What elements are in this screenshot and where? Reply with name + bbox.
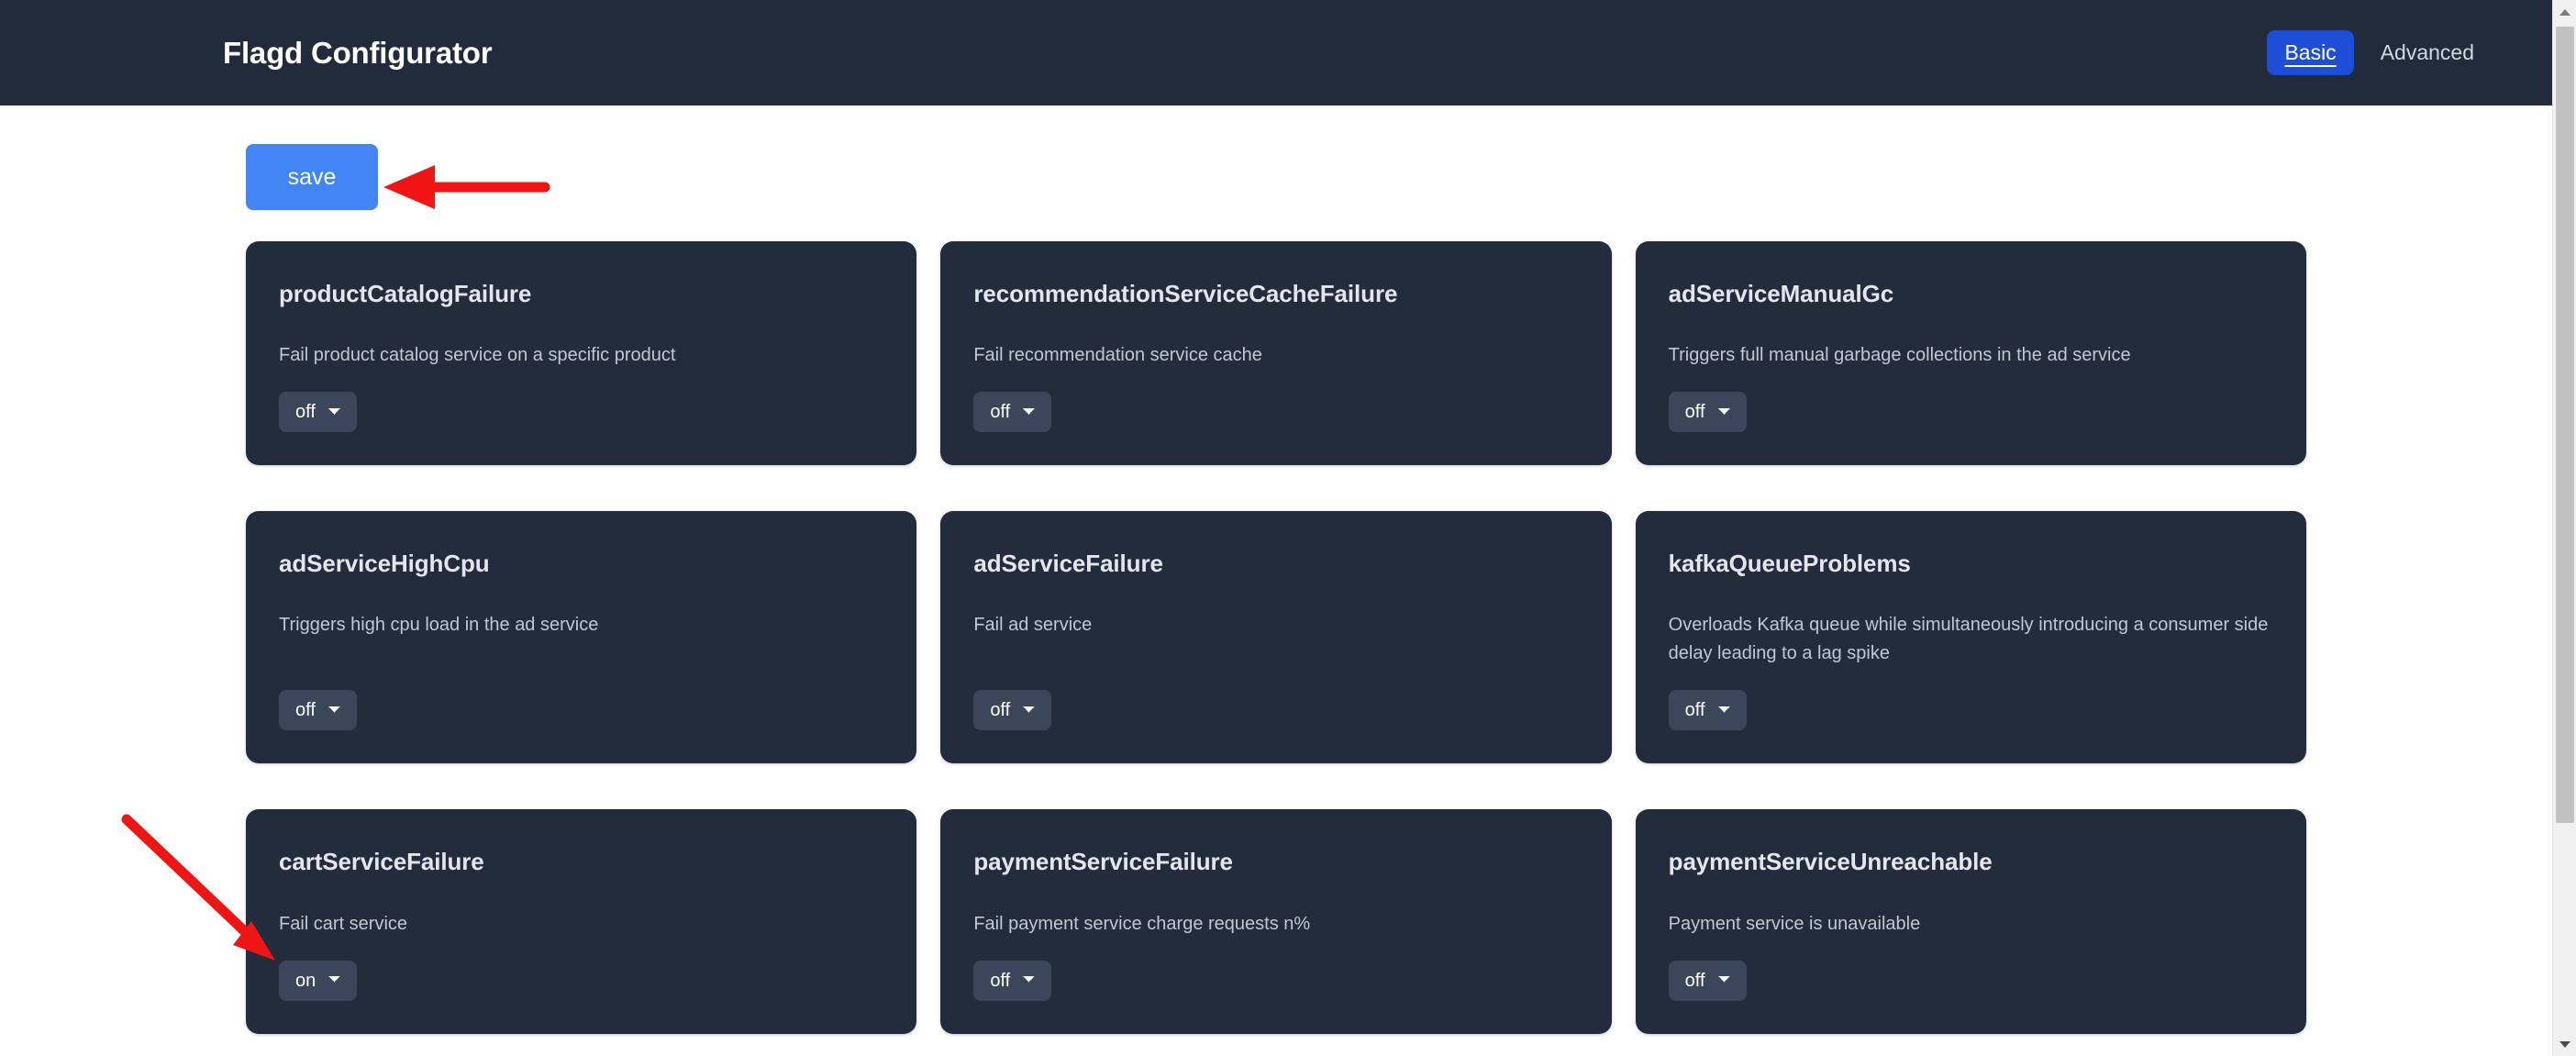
flag-description: Fail cart service — [279, 913, 408, 934]
flag-select-wrapper: onoff — [279, 960, 883, 1001]
flag-card-kafka-queue-problems: kafkaQueueProblems Overloads Kafka queue … — [1635, 511, 2306, 764]
flag-description: Triggers full manual garbage collections… — [1668, 345, 2131, 366]
payment-service-unreachable-select[interactable]: onoff — [1668, 960, 1747, 1001]
flag-select-wrapper: onoff — [973, 690, 1578, 731]
flag-title: productCatalogFailure — [279, 280, 532, 307]
flag-title: kafkaQueueProblems — [1668, 550, 1911, 578]
flag-select-wrapper: onoff — [1668, 392, 2273, 433]
ad-service-manual-gc-select[interactable]: onoff — [1668, 392, 1747, 433]
app-header: Flagd Configurator Basic Advanced — [0, 0, 2552, 106]
flag-title: adServiceManualGc — [1668, 280, 1894, 307]
chevron-up-icon — [2559, 8, 2570, 16]
flag-title: adServiceFailure — [973, 550, 1163, 578]
flag-description: Fail recommendation service cache — [973, 345, 1262, 366]
main-content: save productCatalogFailure Fail product c… — [0, 106, 2552, 1034]
scroll-down-button[interactable] — [2553, 1032, 2576, 1056]
flag-description: Fail payment service charge requests n% — [973, 913, 1311, 934]
flag-title: paymentServiceFailure — [973, 848, 1233, 876]
flag-select-wrapper: onoff — [279, 392, 883, 433]
flag-card-ad-service-high-cpu: adServiceHighCpu Triggers high cpu load i… — [246, 511, 917, 764]
page-title: Flagd Configurator — [223, 36, 493, 70]
flag-select-wrapper: onoff — [973, 960, 1578, 1001]
flag-description: Fail product catalog service on a specif… — [279, 345, 676, 366]
flag-description: Overloads Kafka queue while simultaneous… — [1668, 615, 2269, 664]
browser-scrollbar[interactable] — [2552, 0, 2576, 1056]
toolbar: save — [0, 144, 2552, 241]
flag-title: paymentServiceUnreachable — [1668, 848, 1993, 876]
product-catalog-failure-select[interactable]: onoff — [279, 392, 357, 433]
ad-service-failure-select[interactable]: onoff — [973, 690, 1052, 731]
flag-card-recommendation-service-cache-failure: recommendationServiceCacheFailure Fail re… — [940, 241, 1612, 466]
flag-card-product-catalog-failure: productCatalogFailure Fail product catalo… — [246, 241, 917, 466]
feature-flag-grid: productCatalogFailure Fail product catalo… — [0, 241, 2552, 1034]
tab-advanced[interactable]: Advanced — [2363, 30, 2492, 75]
flag-card-cart-service-failure: cartServiceFailure Fail cart service onoff — [246, 809, 917, 1034]
ad-service-high-cpu-select[interactable]: onoff — [279, 690, 357, 731]
flag-select-wrapper: onoff — [279, 690, 883, 731]
flag-card-ad-service-manual-gc: adServiceManualGc Triggers full manual ga… — [1635, 241, 2306, 466]
kafka-queue-problems-select[interactable]: onoff — [1668, 690, 1747, 731]
browser-page: Flagd Configurator Basic Advanced save p… — [0, 0, 2552, 1056]
flag-select-wrapper: onoff — [973, 392, 1578, 433]
flag-select-wrapper: onoff — [1668, 960, 2273, 1001]
tab-basic[interactable]: Basic — [2267, 29, 2354, 76]
scrollbar-thumb[interactable] — [2556, 27, 2574, 823]
flag-description: Triggers high cpu load in the ad service — [279, 615, 599, 636]
cart-service-failure-select[interactable]: onoff — [279, 960, 357, 1001]
flag-select-wrapper: onoff — [1668, 690, 2273, 731]
flag-title: recommendationServiceCacheFailure — [973, 280, 1398, 307]
recommendation-service-cache-failure-select[interactable]: onoff — [973, 392, 1052, 433]
flag-title: cartServiceFailure — [279, 848, 484, 876]
flag-card-payment-service-failure: paymentServiceFailure Fail payment servic… — [940, 809, 1612, 1034]
chevron-down-icon — [2559, 1040, 2570, 1048]
flag-card-ad-service-failure: adServiceFailure Fail ad service onoff — [940, 511, 1612, 764]
save-button[interactable]: save — [246, 144, 378, 210]
flag-description: Payment service is unavailable — [1668, 913, 1921, 934]
flag-title: adServiceHighCpu — [279, 550, 490, 578]
scroll-up-button[interactable] — [2553, 0, 2576, 24]
flag-description: Fail ad service — [973, 615, 1093, 636]
nav-tabs: Basic Advanced — [2267, 29, 2492, 76]
screen: Flagd Configurator Basic Advanced save p… — [0, 0, 2576, 1056]
flag-card-payment-service-unreachable: paymentServiceUnreachable Payment service… — [1635, 809, 2306, 1034]
payment-service-failure-select[interactable]: onoff — [973, 960, 1052, 1001]
